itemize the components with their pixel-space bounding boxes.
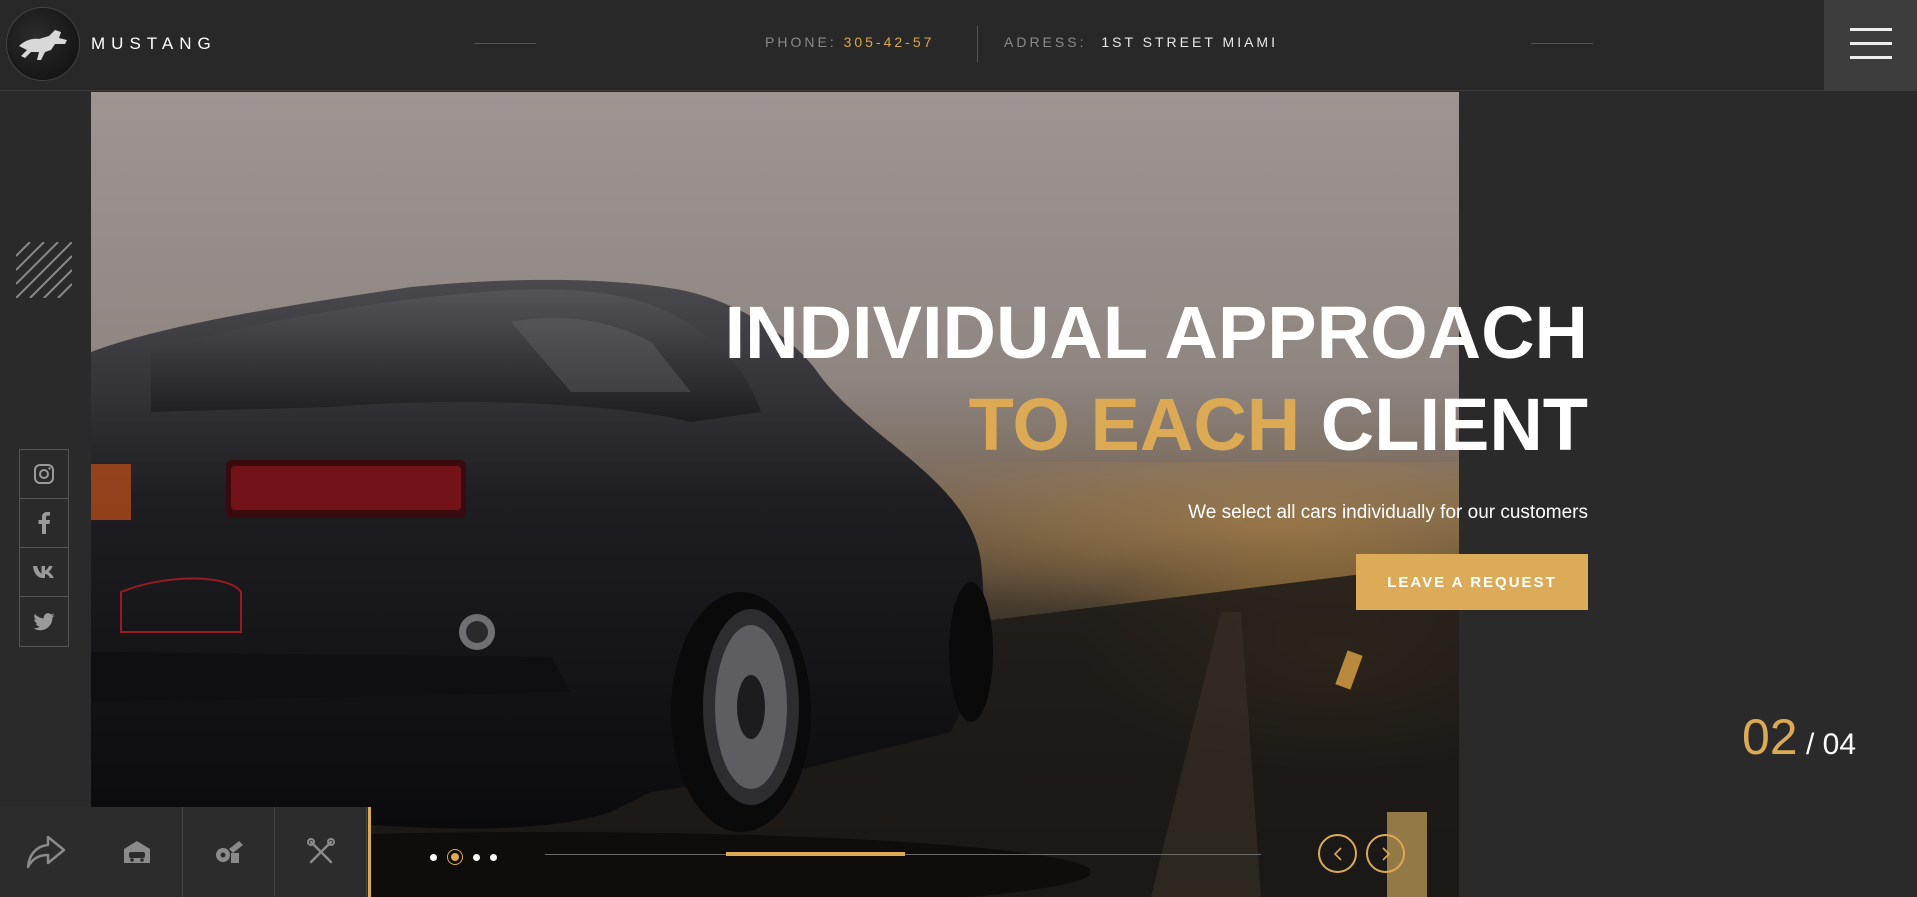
slide-counter: 02 / 04 — [1742, 708, 1856, 766]
slider-dot[interactable] — [490, 853, 497, 861]
slider-progress-fill — [726, 852, 905, 856]
menu-bar-icon — [1850, 28, 1892, 31]
address-label: ADRESS: — [1004, 34, 1087, 50]
slide-current: 02 — [1742, 709, 1798, 765]
bottom-nav — [0, 807, 370, 897]
bottom-nav-accent — [368, 807, 371, 897]
hero-subtitle: We select all cars individually for our … — [1188, 502, 1588, 523]
hero-image — [91, 92, 1459, 897]
phone-number[interactable]: 305-42-57 — [844, 34, 935, 50]
chevron-right-icon — [1381, 846, 1390, 861]
hero-headline-line2: TO EACH CLIENT — [969, 388, 1588, 462]
car-illustration — [91, 279, 1459, 897]
mustang-logo[interactable] — [6, 7, 80, 81]
brand-name[interactable]: MUSTANG — [91, 34, 217, 54]
chevron-left-icon — [1333, 846, 1342, 861]
slider-dot[interactable] — [473, 853, 480, 861]
slide-total: / 04 — [1805, 728, 1857, 761]
instagram-icon[interactable] — [20, 450, 68, 499]
leave-request-button[interactable]: LEAVE A REQUEST — [1356, 554, 1588, 610]
header-divider-right — [1531, 43, 1593, 44]
address-info: ADRESS: 1ST STREET MIAMI — [1004, 34, 1278, 50]
share-icon[interactable] — [0, 807, 91, 897]
twitter-icon[interactable] — [20, 597, 68, 646]
slider-dots — [430, 849, 497, 865]
menu-button[interactable] — [1824, 0, 1917, 91]
facebook-icon[interactable] — [20, 499, 68, 548]
menu-bar-icon — [1850, 42, 1892, 45]
vk-icon[interactable] — [20, 548, 68, 597]
garage-icon[interactable] — [91, 807, 183, 897]
slider-dot-active[interactable] — [447, 849, 463, 865]
site-header: MUSTANG PHONE: 305-42-57 ADRESS: 1ST STR… — [0, 0, 1917, 91]
stripes-decoration — [16, 242, 72, 298]
next-slide-button[interactable] — [1366, 834, 1405, 873]
contact-separator — [977, 26, 978, 62]
hero-headline-line1: INDIVIDUAL APPROACH — [724, 291, 1588, 374]
prev-slide-button[interactable] — [1318, 834, 1357, 873]
service-icon[interactable] — [183, 807, 275, 897]
phone-info: PHONE: 305-42-57 — [765, 34, 934, 50]
headline-rest: CLIENT — [1320, 383, 1588, 466]
tools-icon[interactable] — [275, 807, 367, 897]
headline-accent: TO EACH — [968, 383, 1301, 466]
slider-dot[interactable] — [430, 853, 437, 861]
address-value: 1ST STREET MIAMI — [1101, 34, 1278, 50]
phone-label: PHONE: — [765, 34, 837, 50]
menu-bar-icon — [1850, 56, 1892, 59]
header-divider-left — [474, 43, 536, 44]
social-links — [19, 449, 69, 647]
